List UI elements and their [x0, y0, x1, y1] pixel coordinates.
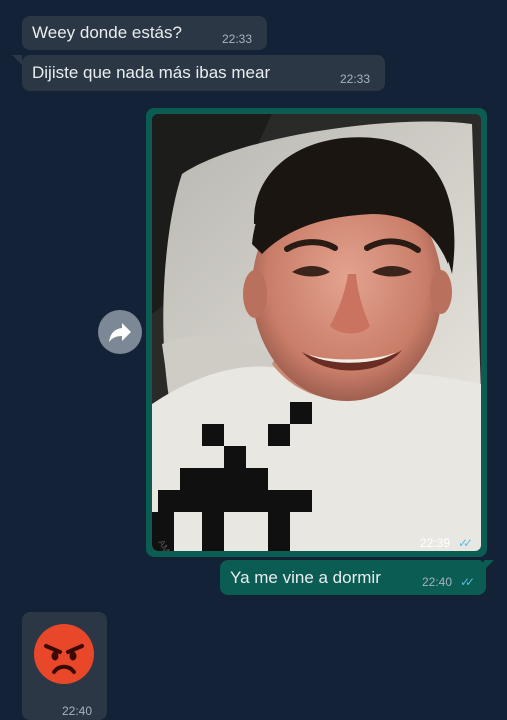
- forward-arrow-icon: [109, 323, 131, 342]
- message-time: 22:33: [222, 32, 253, 46]
- photo-illustration: AMANI: [152, 114, 481, 551]
- message-bubble-4[interactable]: Ya me vine a dormir 22:40 ✓✓: [220, 560, 486, 595]
- selfie-photo[interactable]: AMANI 22:39 ✓✓: [152, 114, 481, 551]
- emoji-message-bubble[interactable]: 22:40: [22, 612, 107, 720]
- message-bubble-2[interactable]: Dijiste que nada más ibas mear 22:33: [22, 55, 385, 91]
- message-time: 22:40: [422, 575, 453, 589]
- message-text: Dijiste que nada más ibas mear: [32, 63, 271, 82]
- bubble-tail: [12, 55, 22, 65]
- message-text: Ya me vine a dormir: [230, 568, 381, 587]
- message-text: Weey donde estás?: [32, 23, 182, 42]
- message-bubble-1[interactable]: Weey donde estás? 22:33: [22, 16, 267, 50]
- double-check-icon: ✓✓: [458, 536, 473, 550]
- photo-time: 22:39: [420, 536, 451, 550]
- forward-button[interactable]: [98, 310, 142, 354]
- angry-face-icon: [34, 624, 94, 684]
- message-time: 22:40: [62, 704, 93, 718]
- double-check-icon: ✓✓: [460, 575, 475, 589]
- message-time: 22:33: [340, 72, 371, 86]
